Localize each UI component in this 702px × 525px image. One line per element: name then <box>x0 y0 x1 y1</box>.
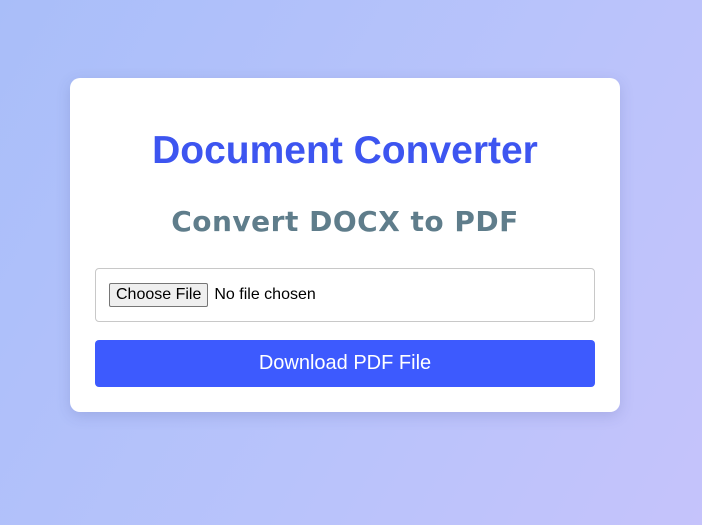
file-input[interactable]: Choose File No file chosen <box>95 268 595 322</box>
page-title: Document Converter <box>152 129 538 172</box>
converter-card: Document Converter Convert DOCX to PDF C… <box>70 78 620 412</box>
file-status-text: No file chosen <box>214 286 316 303</box>
page-subtitle: Convert DOCX to PDF <box>171 205 519 238</box>
download-pdf-button[interactable]: Download PDF File <box>95 340 595 387</box>
choose-file-button[interactable]: Choose File <box>109 283 209 307</box>
